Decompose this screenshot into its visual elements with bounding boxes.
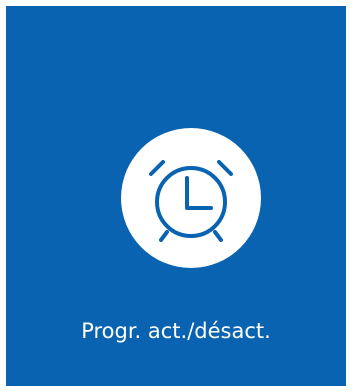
icon-circle	[121, 128, 261, 268]
timer-on-off-tile[interactable]: Progr. act./désact.	[6, 6, 346, 386]
tile-label: Progr. act./désact.	[81, 319, 271, 343]
alarm-clock-icon	[149, 160, 233, 242]
